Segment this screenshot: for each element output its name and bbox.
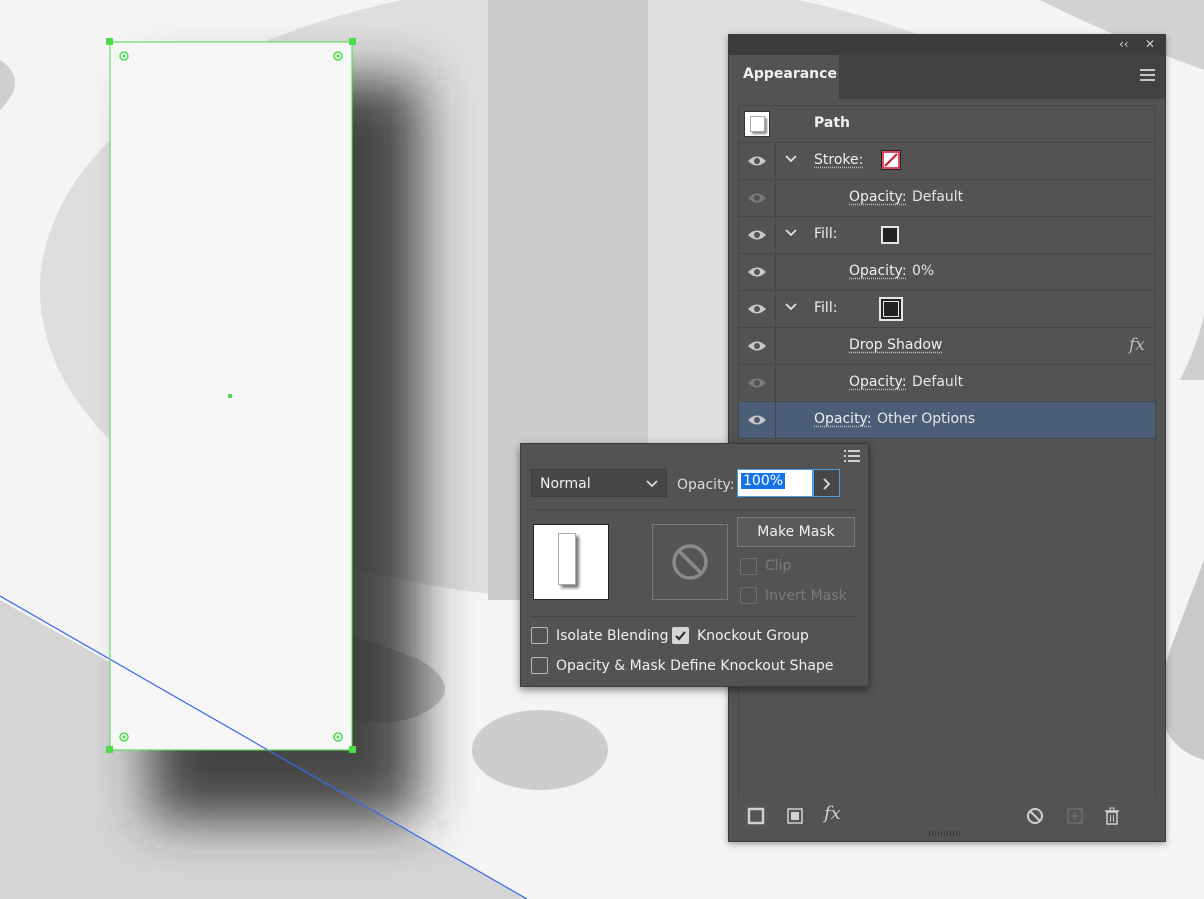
stroke-label[interactable]: Stroke: [814, 152, 863, 168]
object-thumbnail[interactable] [533, 524, 609, 600]
list-item-fill-opacity[interactable]: Opacity: 0% [739, 254, 1155, 291]
knockout-group-label: Knockout Group [697, 628, 809, 644]
invert-mask-label: Invert Mask [765, 588, 847, 604]
close-panel-icon[interactable]: ✕ [1145, 37, 1155, 51]
invert-mask-checkbox[interactable] [740, 587, 757, 604]
mask-thumbnail[interactable] [652, 524, 728, 600]
opacity-label[interactable]: Opacity: [814, 411, 872, 427]
fx-icon[interactable]: fx [1129, 335, 1145, 355]
eye-icon[interactable] [739, 402, 776, 438]
delete-icon[interactable] [1103, 807, 1121, 825]
collapse-panel-icon[interactable]: ‹‹ [1119, 37, 1129, 51]
resize-handle-bl[interactable] [106, 746, 113, 753]
appearance-panel: ‹‹ ✕ Appearance Path Stroke: Opacity: De… [728, 34, 1166, 842]
fill-swatch[interactable] [881, 226, 899, 244]
eye-icon[interactable] [739, 143, 776, 179]
list-item-stroke-opacity[interactable]: Opacity: Default [739, 180, 1155, 217]
opacity-label[interactable]: Opacity: [849, 263, 907, 279]
divider [531, 509, 858, 510]
opacity-label[interactable]: Opacity: [849, 189, 907, 205]
path-label: Path [814, 115, 850, 131]
opacity-slider-toggle[interactable] [813, 469, 840, 497]
opacity-value: Default [912, 189, 964, 205]
fill-label: Fill: [814, 300, 838, 316]
eye-icon[interactable] [739, 254, 776, 290]
resize-handle-tr[interactable] [349, 38, 356, 45]
blend-mode-select[interactable]: Normal [531, 469, 667, 497]
duplicate-item-icon[interactable] [1066, 807, 1084, 825]
panel-resize-grip[interactable] [929, 831, 961, 836]
chevron-down-icon[interactable] [785, 301, 797, 313]
panel-menu-icon[interactable] [1140, 69, 1155, 84]
drop-shadow-label[interactable]: Drop Shadow [849, 337, 942, 353]
chevron-down-icon [646, 480, 658, 488]
checkmark-icon [675, 631, 686, 641]
fill-swatch-selected[interactable] [879, 297, 903, 321]
opacity-input[interactable]: 100% [737, 469, 813, 497]
opacity-value: 0% [912, 263, 935, 279]
make-mask-button[interactable]: Make Mask [737, 517, 855, 547]
list-item-fill[interactable]: Fill: [739, 217, 1155, 254]
list-item-fill-2-opacity[interactable]: Opacity: Default [739, 365, 1155, 402]
path-thumbnail [744, 111, 770, 137]
list-item-drop-shadow[interactable]: Drop Shadow fx [739, 328, 1155, 365]
stroke-none-swatch[interactable] [881, 150, 901, 170]
clear-appearance-icon[interactable] [1026, 807, 1044, 825]
fill-label: Fill: [814, 226, 838, 242]
transparency-popup: Normal Opacity: 100% Make Mask Clip Inve… [520, 443, 869, 687]
eye-icon[interactable] [739, 180, 776, 216]
opacity-label[interactable]: Opacity: [849, 374, 907, 390]
opacity-field-label: Opacity: [677, 477, 735, 493]
knockout-group-checkbox[interactable] [672, 627, 689, 644]
eye-icon[interactable] [739, 328, 776, 364]
eye-icon[interactable] [739, 217, 776, 253]
new-stroke-icon[interactable] [747, 807, 765, 825]
chevron-right-icon [823, 478, 831, 490]
opacity-mask-knockout-label: Opacity & Mask Define Knockout Shape [556, 658, 834, 674]
clip-label: Clip [765, 558, 792, 574]
panel-tab-bar: Appearance [729, 55, 1165, 99]
center-point [228, 394, 232, 398]
opacity-value: Default [912, 374, 964, 390]
isolate-blending-label: Isolate Blending [556, 628, 669, 644]
add-effect-icon[interactable]: fx [824, 803, 841, 824]
divider [531, 616, 858, 617]
chevron-down-icon[interactable] [785, 227, 797, 239]
blend-mode-value: Normal [540, 476, 591, 492]
new-fill-icon[interactable] [786, 807, 804, 825]
options-menu-icon[interactable] [844, 450, 860, 462]
list-item-group-opacity[interactable]: Opacity: Other Options [739, 402, 1155, 439]
list-item-path[interactable]: Path [739, 106, 1155, 143]
chevron-down-icon[interactable] [785, 153, 797, 165]
opacity-value: Other Options [877, 411, 976, 427]
clip-checkbox[interactable] [740, 558, 757, 575]
isolate-blending-checkbox[interactable] [531, 627, 548, 644]
no-mask-icon [672, 544, 708, 580]
tab-appearance[interactable]: Appearance [729, 55, 839, 99]
resize-handle-br[interactable] [349, 746, 356, 753]
panel-title-bar[interactable]: ‹‹ ✕ [729, 35, 1165, 55]
eye-icon[interactable] [739, 365, 776, 401]
list-item-fill-2[interactable]: Fill: [739, 291, 1155, 328]
eye-icon[interactable] [739, 291, 776, 327]
resize-handle-tl[interactable] [106, 38, 113, 45]
list-item-stroke[interactable]: Stroke: [739, 143, 1155, 180]
opacity-mask-knockout-checkbox[interactable] [531, 657, 548, 674]
